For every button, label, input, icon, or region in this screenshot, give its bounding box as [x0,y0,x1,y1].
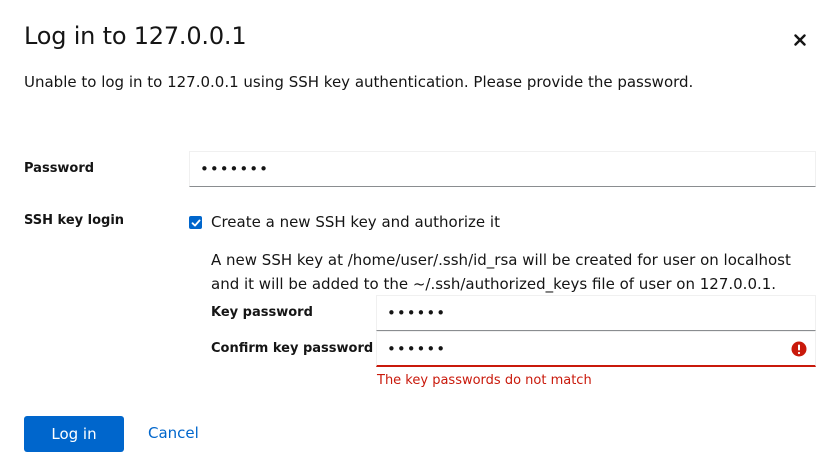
ssh-key-login-label: SSH key login [24,213,125,228]
password-value: ••••••• [200,160,269,178]
exclamation-circle-icon [791,341,807,356]
checkmark-icon [191,219,200,226]
confirm-key-password-label: Confirm key password [211,341,374,356]
confirm-key-password-value: •••••• [387,339,447,358]
confirm-key-password-field[interactable]: •••••• [376,331,816,367]
close-button[interactable] [790,30,810,50]
create-ssh-key-checkbox[interactable] [189,216,202,229]
password-field[interactable]: ••••••• [189,151,816,187]
dialog-title: Log in to 127.0.0.1 [24,22,247,50]
ssh-key-help-text: A new SSH key at /home/user/.ssh/id_rsa … [211,251,791,293]
key-password-label: Key password [211,305,313,320]
dialog-description: Unable to log in to 127.0.0.1 using SSH … [24,73,694,91]
login-button[interactable]: Log in [24,416,124,452]
key-password-field[interactable]: •••••• [376,295,816,331]
password-mismatch-error: The key passwords do not match [377,373,592,388]
close-icon [794,34,806,46]
key-password-value: •••••• [387,304,447,322]
password-label: Password [24,161,95,176]
cancel-button[interactable]: Cancel [148,424,199,442]
login-dialog: Log in to 127.0.0.1 Unable to log in to … [0,0,840,476]
create-ssh-key-label[interactable]: Create a new SSH key and authorize it [211,213,500,231]
